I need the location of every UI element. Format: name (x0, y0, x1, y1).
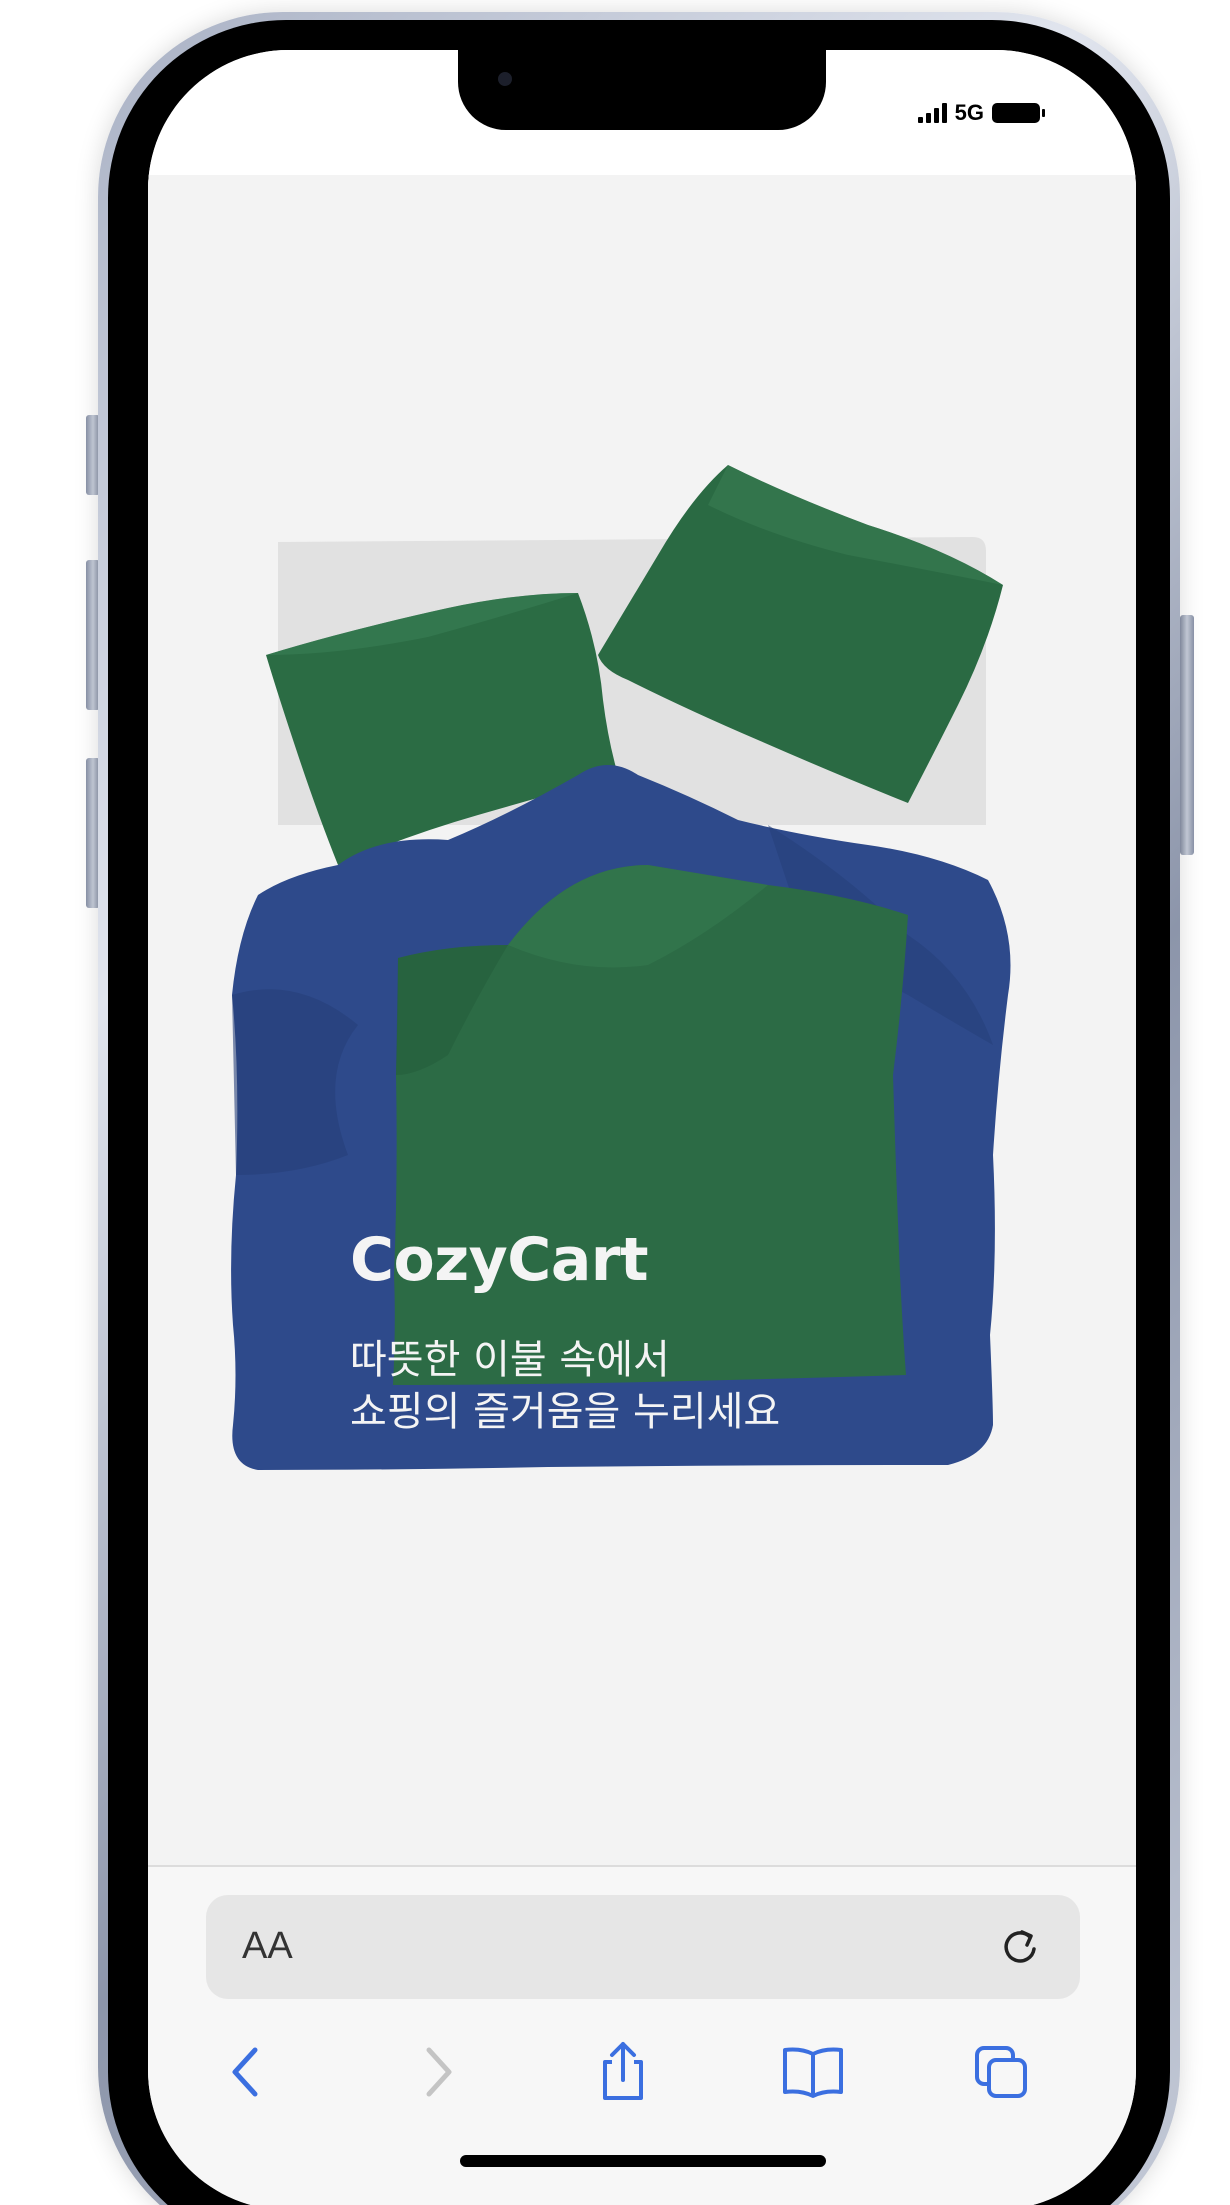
book-icon (783, 2047, 843, 2098)
status-indicators: 5G (917, 100, 1045, 126)
signal-icon (917, 103, 947, 123)
status-bar: 5G (148, 50, 1136, 175)
notch (458, 50, 826, 130)
forward-button[interactable] (404, 2037, 474, 2107)
battery-icon (992, 103, 1045, 123)
brand-title: CozyCart (350, 1225, 649, 1295)
text-size-label: AA (242, 1925, 293, 1967)
tagline: 따뜻한 이불 속에서 쇼핑의 즐거움을 누리세요 (350, 1334, 780, 1438)
phone-screen: 5G CozyCart 따뜻한 이불 속에서 쇼핑의 즐거움을 누리세요 AA (148, 50, 1136, 2205)
web-content: CozyCart 따뜻한 이불 속에서 쇼핑의 즐거움을 누리세요 (148, 175, 1136, 1865)
share-icon (603, 2042, 643, 2100)
front-camera (498, 72, 512, 86)
hero-bed-illustration (148, 175, 1136, 1865)
network-label: 5G (954, 100, 984, 125)
reload-icon[interactable] (996, 1923, 1044, 1971)
home-indicator[interactable] (460, 2155, 826, 2167)
browser-toolbar (148, 2037, 1136, 2117)
hero-text: CozyCart 따뜻한 이불 속에서 쇼핑의 즐거움을 누리세요 (350, 1230, 780, 1438)
tabs-button[interactable] (966, 2037, 1036, 2107)
power-button (1180, 615, 1194, 855)
chevron-left-icon (232, 2047, 258, 2097)
share-button[interactable] (588, 2037, 658, 2107)
tabs-icon (975, 2046, 1027, 2098)
text-size-button[interactable]: AA (242, 1925, 293, 1968)
safari-bottom-bar: AA (148, 1865, 1136, 2205)
bookmarks-button[interactable] (778, 2037, 848, 2107)
chevron-right-icon (426, 2047, 452, 2097)
tagline-line-2: 쇼핑의 즐거움을 누리세요 (350, 1389, 781, 1435)
back-button[interactable] (210, 2037, 280, 2107)
tagline-line-1: 따뜻한 이불 속에서 (350, 1337, 670, 1383)
address-bar[interactable]: AA (206, 1895, 1080, 1999)
device-mockup: 5G CozyCart 따뜻한 이불 속에서 쇼핑의 즐거움을 누리세요 AA (0, 0, 1230, 2205)
